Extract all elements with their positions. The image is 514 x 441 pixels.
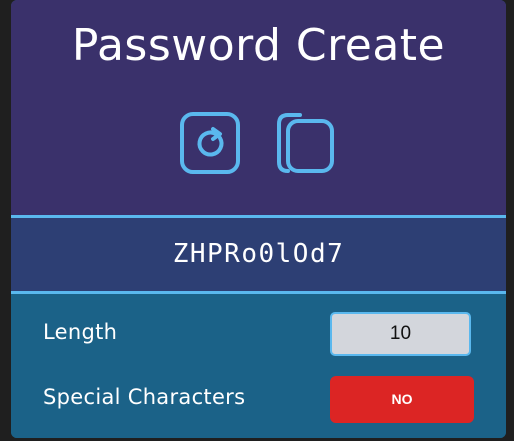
regenerate-button[interactable] — [179, 111, 241, 175]
copy-icon — [277, 113, 334, 173]
length-label: Length — [43, 320, 118, 344]
generated-password: ZHPRo0lOd7 — [172, 239, 345, 269]
refresh-icon — [180, 112, 240, 174]
settings-panel: Length 10 Special Characters NO — [11, 294, 506, 438]
length-input[interactable]: 10 — [330, 312, 471, 356]
app-title: Password Create — [71, 20, 446, 71]
password-display: ZHPRo0lOd7 — [11, 218, 506, 291]
special-characters-label: Special Characters — [43, 385, 246, 409]
password-generator-card: Password Create ZHPRo0lOd7 Length 10 Spe… — [11, 0, 506, 438]
header: Password Create — [11, 0, 506, 215]
special-characters-toggle[interactable]: NO — [330, 376, 474, 423]
copy-button[interactable] — [276, 111, 338, 175]
